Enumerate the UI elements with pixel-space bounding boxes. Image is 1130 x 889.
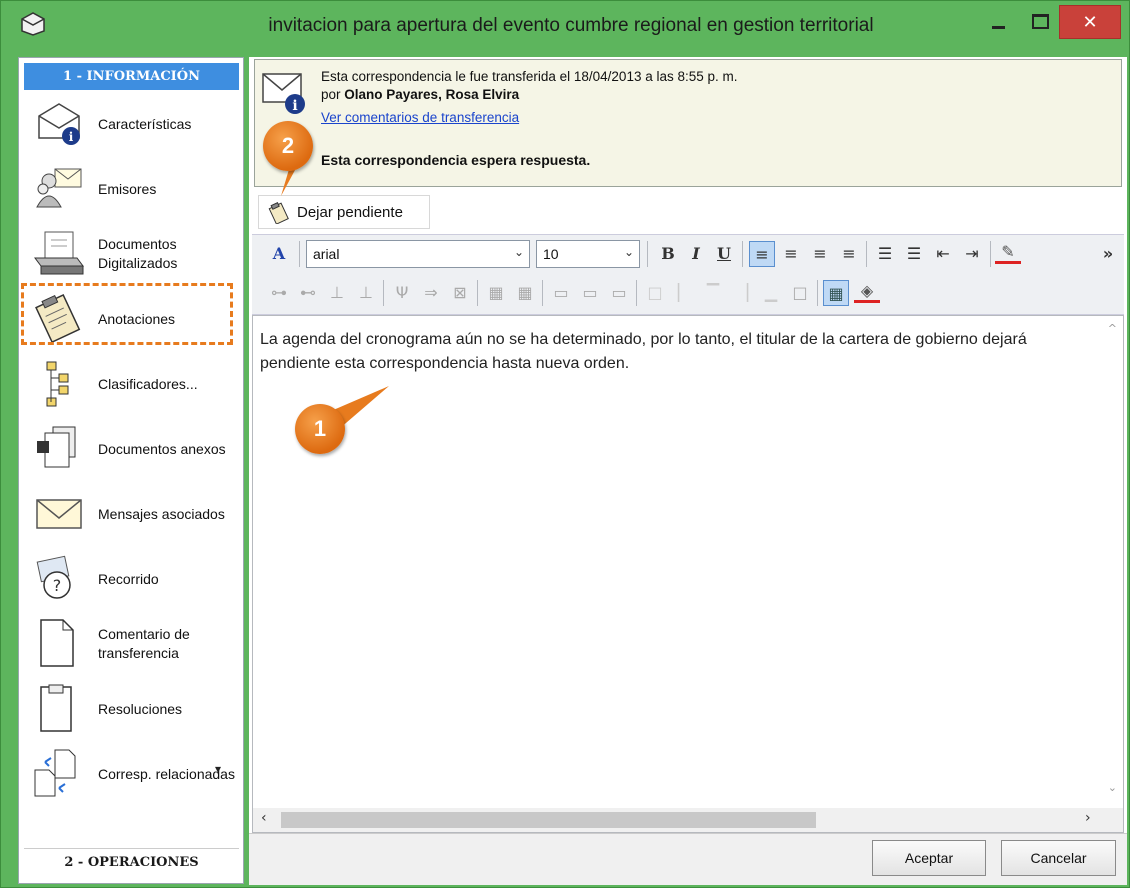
callout-pointers [281,156,389,429]
callout-2-badge: 2 [263,121,313,171]
callout-1-badge: 1 [295,404,345,454]
application-window: invitacion para apertura del evento cumb… [0,0,1130,888]
